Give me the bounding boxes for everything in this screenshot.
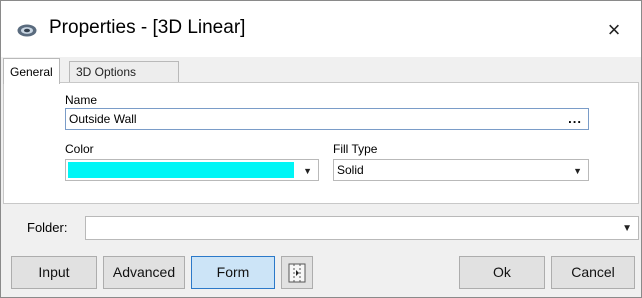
cancel-button[interactable]: Cancel bbox=[551, 256, 635, 289]
general-panel: Name Outside Wall ... Color ▼ Fill Type … bbox=[3, 82, 639, 204]
folder-label: Folder: bbox=[27, 220, 68, 235]
fill-type-dropdown[interactable]: Solid ▼ bbox=[333, 159, 589, 181]
folder-dropdown[interactable]: ▼ bbox=[85, 216, 639, 240]
title-bar: Properties - [3D Linear] × bbox=[1, 1, 641, 57]
color-swatch bbox=[68, 162, 294, 178]
folder-row: Folder: ▼ bbox=[1, 211, 641, 243]
browse-name-button[interactable]: ... bbox=[568, 109, 582, 129]
panel-toggle-glyph bbox=[288, 263, 306, 283]
panel-toggle-icon[interactable] bbox=[281, 256, 313, 289]
properties-dialog: Properties - [3D Linear] × General 3D Op… bbox=[0, 0, 642, 298]
tab-general[interactable]: General bbox=[3, 58, 60, 84]
advanced-button[interactable]: Advanced bbox=[103, 256, 185, 289]
color-label: Color bbox=[65, 142, 94, 156]
form-button[interactable]: Form bbox=[191, 256, 275, 289]
input-button[interactable]: Input bbox=[11, 256, 97, 289]
color-dropdown[interactable]: ▼ bbox=[65, 159, 319, 181]
chevron-down-icon[interactable]: ▼ bbox=[622, 217, 632, 241]
tab-3d-options[interactable]: 3D Options bbox=[69, 61, 179, 83]
window-title: Properties - [3D Linear] bbox=[49, 17, 246, 38]
close-icon[interactable]: × bbox=[599, 15, 629, 45]
chevron-down-icon[interactable]: ▼ bbox=[303, 160, 312, 182]
chevron-down-icon[interactable]: ▼ bbox=[573, 160, 582, 182]
name-value: Outside Wall bbox=[69, 112, 137, 126]
fill-type-label: Fill Type bbox=[333, 142, 378, 156]
name-field[interactable]: Outside Wall ... bbox=[65, 108, 589, 130]
name-label: Name bbox=[65, 93, 98, 107]
ok-button[interactable]: Ok bbox=[459, 256, 545, 289]
fill-type-value: Solid bbox=[337, 163, 364, 177]
app-icon bbox=[17, 24, 37, 37]
button-bar: Input Advanced Form Ok Cancel bbox=[1, 249, 641, 297]
